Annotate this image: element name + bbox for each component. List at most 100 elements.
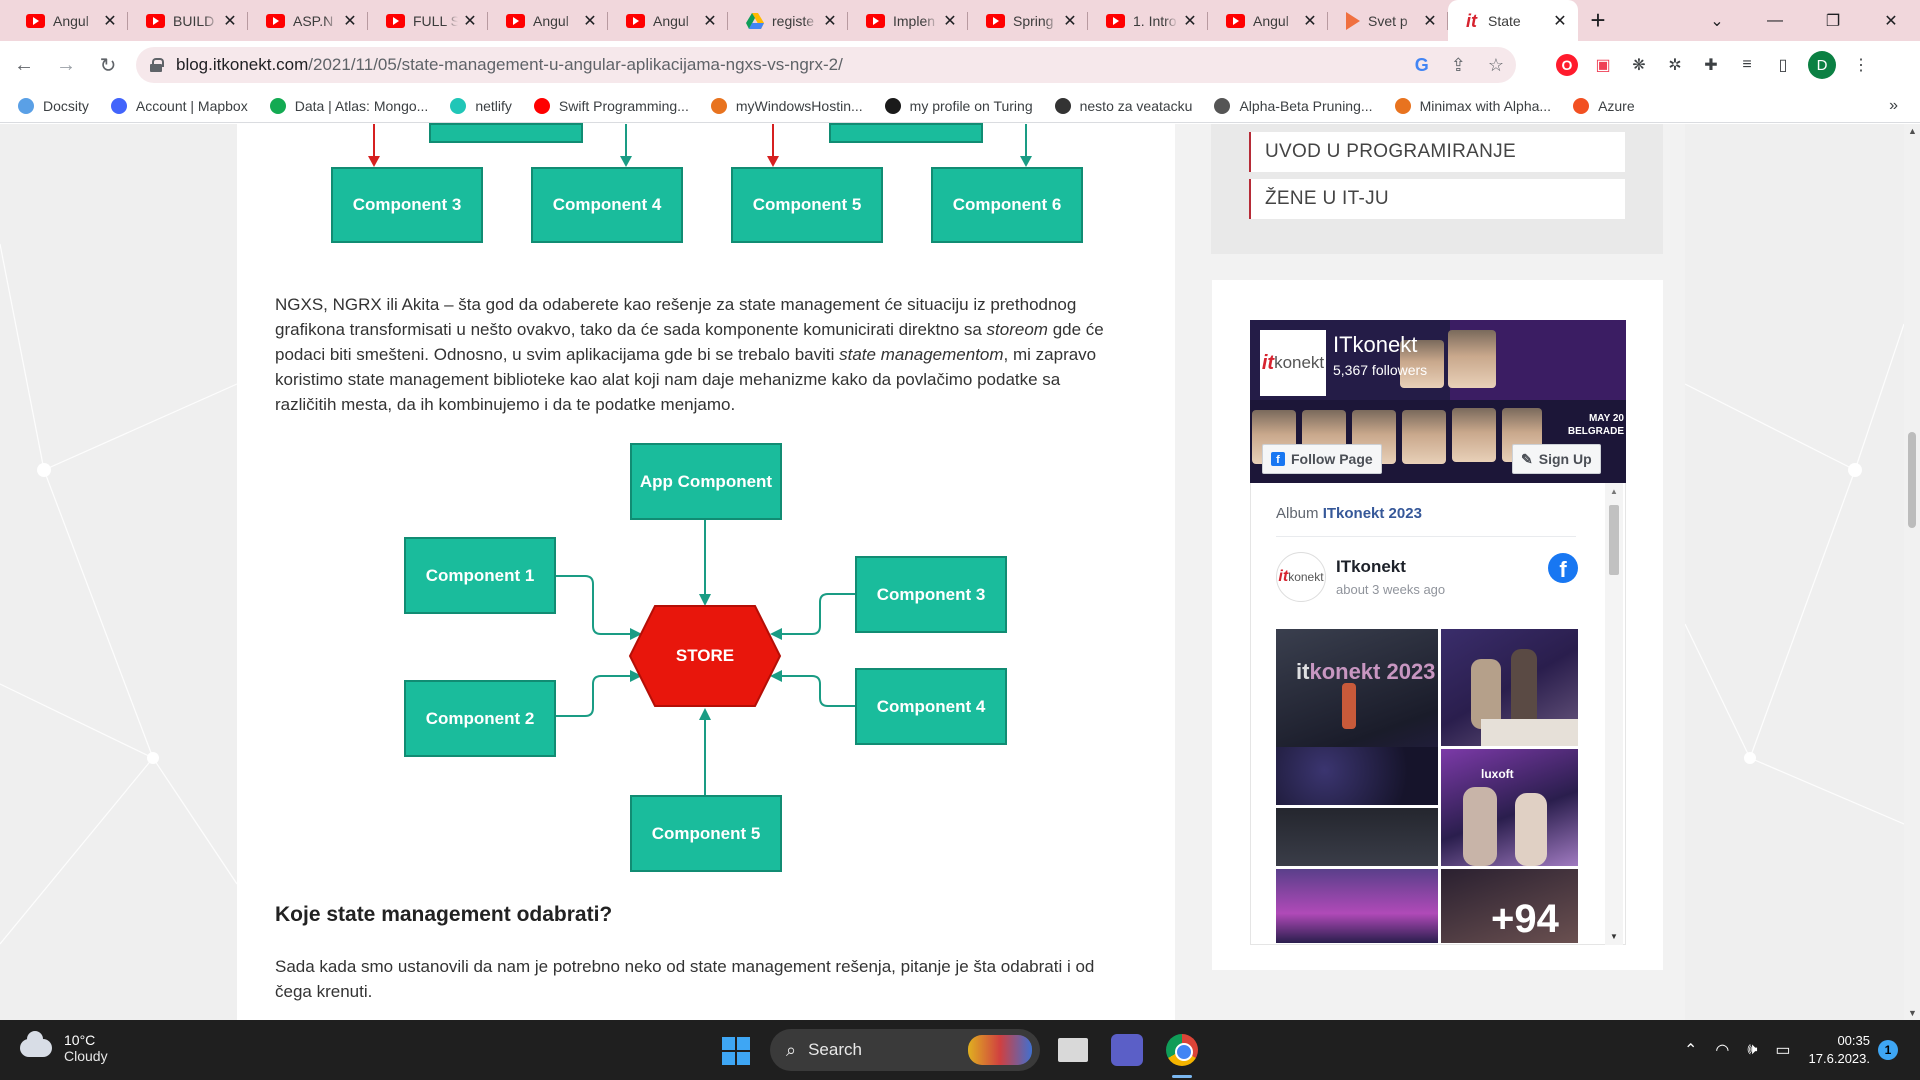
scrollbar-thumb[interactable] xyxy=(1908,432,1916,528)
opera-extension-icon[interactable]: O xyxy=(1556,54,1578,76)
close-tab-icon[interactable]: ✕ xyxy=(822,11,838,31)
reload-button[interactable]: ↻ xyxy=(90,47,126,83)
bookmarks-overflow-icon[interactable]: » xyxy=(1889,97,1898,115)
bookmark-item[interactable]: Azure xyxy=(1573,97,1635,114)
weather-widget[interactable]: 10°C Cloudy xyxy=(20,1031,108,1064)
close-tab-icon[interactable]: ✕ xyxy=(942,11,958,31)
post-author-avatar[interactable]: it konekt xyxy=(1276,552,1326,602)
browser-tab[interactable]: Angul ✕ xyxy=(608,0,728,41)
diagram-component-3-box: Component 3 xyxy=(331,167,483,243)
windows-start-icon[interactable] xyxy=(722,1037,750,1065)
minimize-button[interactable]: — xyxy=(1746,0,1804,41)
new-tab-button[interactable]: + xyxy=(1578,0,1618,41)
page-scrollbar[interactable]: ▲ ▼ xyxy=(1904,124,1920,1020)
close-tab-icon[interactable]: ✕ xyxy=(582,11,598,31)
close-tab-icon[interactable]: ✕ xyxy=(1552,11,1568,31)
sign-up-button[interactable]: ✎ Sign Up xyxy=(1512,444,1601,474)
scroll-up-arrow[interactable]: ▲ xyxy=(1908,126,1917,136)
close-tab-icon[interactable]: ✕ xyxy=(1062,11,1078,31)
post-timestamp[interactable]: about 3 weeks ago xyxy=(1336,582,1445,597)
google-lens-icon[interactable]: G xyxy=(1415,55,1429,76)
album-photo[interactable] xyxy=(1441,629,1578,746)
album-link[interactable]: ITkonekt 2023 xyxy=(1323,505,1422,522)
bookmark-item[interactable]: netlify xyxy=(450,97,512,114)
reading-list-icon[interactable]: ≡ xyxy=(1736,54,1758,76)
address-bar[interactable]: blog.itkonekt.com/2021/11/05/state-manag… xyxy=(136,47,1516,83)
bookmark-item[interactable]: nesto za veatacku xyxy=(1054,97,1192,114)
close-tab-icon[interactable]: ✕ xyxy=(702,11,718,31)
youtube-icon xyxy=(506,13,525,28)
lock-icon[interactable] xyxy=(150,58,164,72)
post-author-name[interactable]: ITkonekt xyxy=(1336,557,1406,577)
diagram-component-5-box: Component 5 xyxy=(630,795,782,872)
facebook-feed-scrollbar[interactable]: ▲ ▼ xyxy=(1605,483,1623,945)
browser-tab[interactable]: Svet p ✕ xyxy=(1328,0,1448,41)
close-tab-icon[interactable]: ✕ xyxy=(462,11,478,31)
bug-extension-icon[interactable]: ✲ xyxy=(1664,54,1686,76)
forward-button[interactable]: → xyxy=(48,47,84,83)
chrome-taskbar-icon[interactable] xyxy=(1166,1034,1198,1066)
notification-badge[interactable]: 1 xyxy=(1878,1040,1898,1060)
bookmark-item[interactable]: Alpha-Beta Pruning... xyxy=(1214,97,1373,114)
menu-kebab-icon[interactable]: ⋮ xyxy=(1850,54,1872,76)
browser-tab-active[interactable]: it State ✕ xyxy=(1448,0,1578,41)
clock[interactable]: 00:35 17.6.2023. xyxy=(1809,1032,1870,1068)
close-tab-icon[interactable]: ✕ xyxy=(222,11,238,31)
volume-icon[interactable]: 🕪 xyxy=(1747,1041,1757,1059)
close-tab-icon[interactable]: ✕ xyxy=(102,11,118,31)
browser-tab[interactable]: registe ✕ xyxy=(728,0,848,41)
tab-search-icon[interactable]: ⌄ xyxy=(1688,0,1746,41)
extension-icon[interactable]: ❋ xyxy=(1628,54,1650,76)
share-icon[interactable]: ⇪ xyxy=(1451,55,1466,76)
facebook-logo-icon[interactable]: f xyxy=(1548,553,1578,583)
sidebar-menu-item-zene[interactable]: ŽENE U IT-JU xyxy=(1249,179,1625,219)
close-tab-icon[interactable]: ✕ xyxy=(1302,11,1318,31)
album-photo[interactable] xyxy=(1276,808,1438,866)
maximize-button[interactable]: ❐ xyxy=(1804,0,1862,41)
taskbar-search[interactable]: ⌕ Search xyxy=(770,1029,1040,1071)
profile-avatar[interactable]: D xyxy=(1808,51,1836,79)
close-tab-icon[interactable]: ✕ xyxy=(1422,11,1438,31)
browser-tab[interactable]: Spring ✕ xyxy=(968,0,1088,41)
page-name[interactable]: ITkonekt xyxy=(1333,332,1417,358)
bookmark-star-icon[interactable]: ☆ xyxy=(1488,55,1504,76)
album-photo[interactable]: itkonekt 2023 xyxy=(1276,629,1438,805)
facebook-cover[interactable]: MAY 20 BELGRADE it konekt ITkonekt 5,367 … xyxy=(1250,320,1626,483)
bookmark-item[interactable]: myWindowsHostin... xyxy=(710,97,863,114)
album-photo-more[interactable]: +94 xyxy=(1441,869,1578,943)
album-photo[interactable]: luxoft xyxy=(1441,749,1578,866)
bookmark-item[interactable]: Account | Mapbox xyxy=(110,97,248,114)
wifi-icon[interactable]: ◠ xyxy=(1715,1040,1729,1060)
close-tab-icon[interactable]: ✕ xyxy=(1182,11,1198,31)
battery-icon[interactable]: ▭ xyxy=(1775,1040,1790,1060)
page-avatar[interactable]: it konekt xyxy=(1260,330,1326,396)
browser-tab[interactable]: FULL S ✕ xyxy=(368,0,488,41)
bookmark-item[interactable]: my profile on Turing xyxy=(884,97,1033,114)
browser-tab[interactable]: Implen ✕ xyxy=(848,0,968,41)
sidebar-menu-item-uvod[interactable]: UVOD U PROGRAMIRANJE xyxy=(1249,132,1625,172)
browser-tab[interactable]: Angul ✕ xyxy=(1208,0,1328,41)
album-photo[interactable] xyxy=(1276,869,1438,943)
bookmark-item[interactable]: Minimax with Alpha... xyxy=(1394,97,1551,114)
close-tab-icon[interactable]: ✕ xyxy=(342,11,358,31)
browser-tab[interactable]: 1. Intro ✕ xyxy=(1088,0,1208,41)
bookmark-item[interactable]: Data | Atlas: Mongo... xyxy=(269,97,428,114)
back-button[interactable]: ← xyxy=(6,47,42,83)
browser-tab[interactable]: Angul ✕ xyxy=(488,0,608,41)
browser-tab[interactable]: BUILD ✕ xyxy=(128,0,248,41)
side-panel-icon[interactable]: ▯ xyxy=(1772,54,1794,76)
close-window-button[interactable]: ✕ xyxy=(1862,0,1920,41)
browser-tab[interactable]: Angul ✕ xyxy=(8,0,128,41)
follow-page-button[interactable]: f Follow Page xyxy=(1262,444,1382,474)
scroll-down-arrow[interactable]: ▼ xyxy=(1908,1008,1917,1018)
chevron-up-icon[interactable]: ⌃ xyxy=(1684,1040,1697,1060)
puzzle-extensions-icon[interactable]: ✚ xyxy=(1700,54,1722,76)
browser-tab[interactable]: ASP.N ✕ xyxy=(248,0,368,41)
bookmark-item[interactable]: Swift Programming... xyxy=(533,97,689,114)
pocket-extension-icon[interactable]: ▣ xyxy=(1592,54,1614,76)
bookmark-item[interactable]: Docsity xyxy=(18,97,89,114)
paragraph-line: podaci biti smešteni. Odnosno, u svim ap… xyxy=(275,345,1097,364)
teams-icon[interactable] xyxy=(1111,1034,1143,1066)
bookmark-label: Docsity xyxy=(43,97,89,114)
file-explorer-icon[interactable] xyxy=(1058,1038,1088,1062)
